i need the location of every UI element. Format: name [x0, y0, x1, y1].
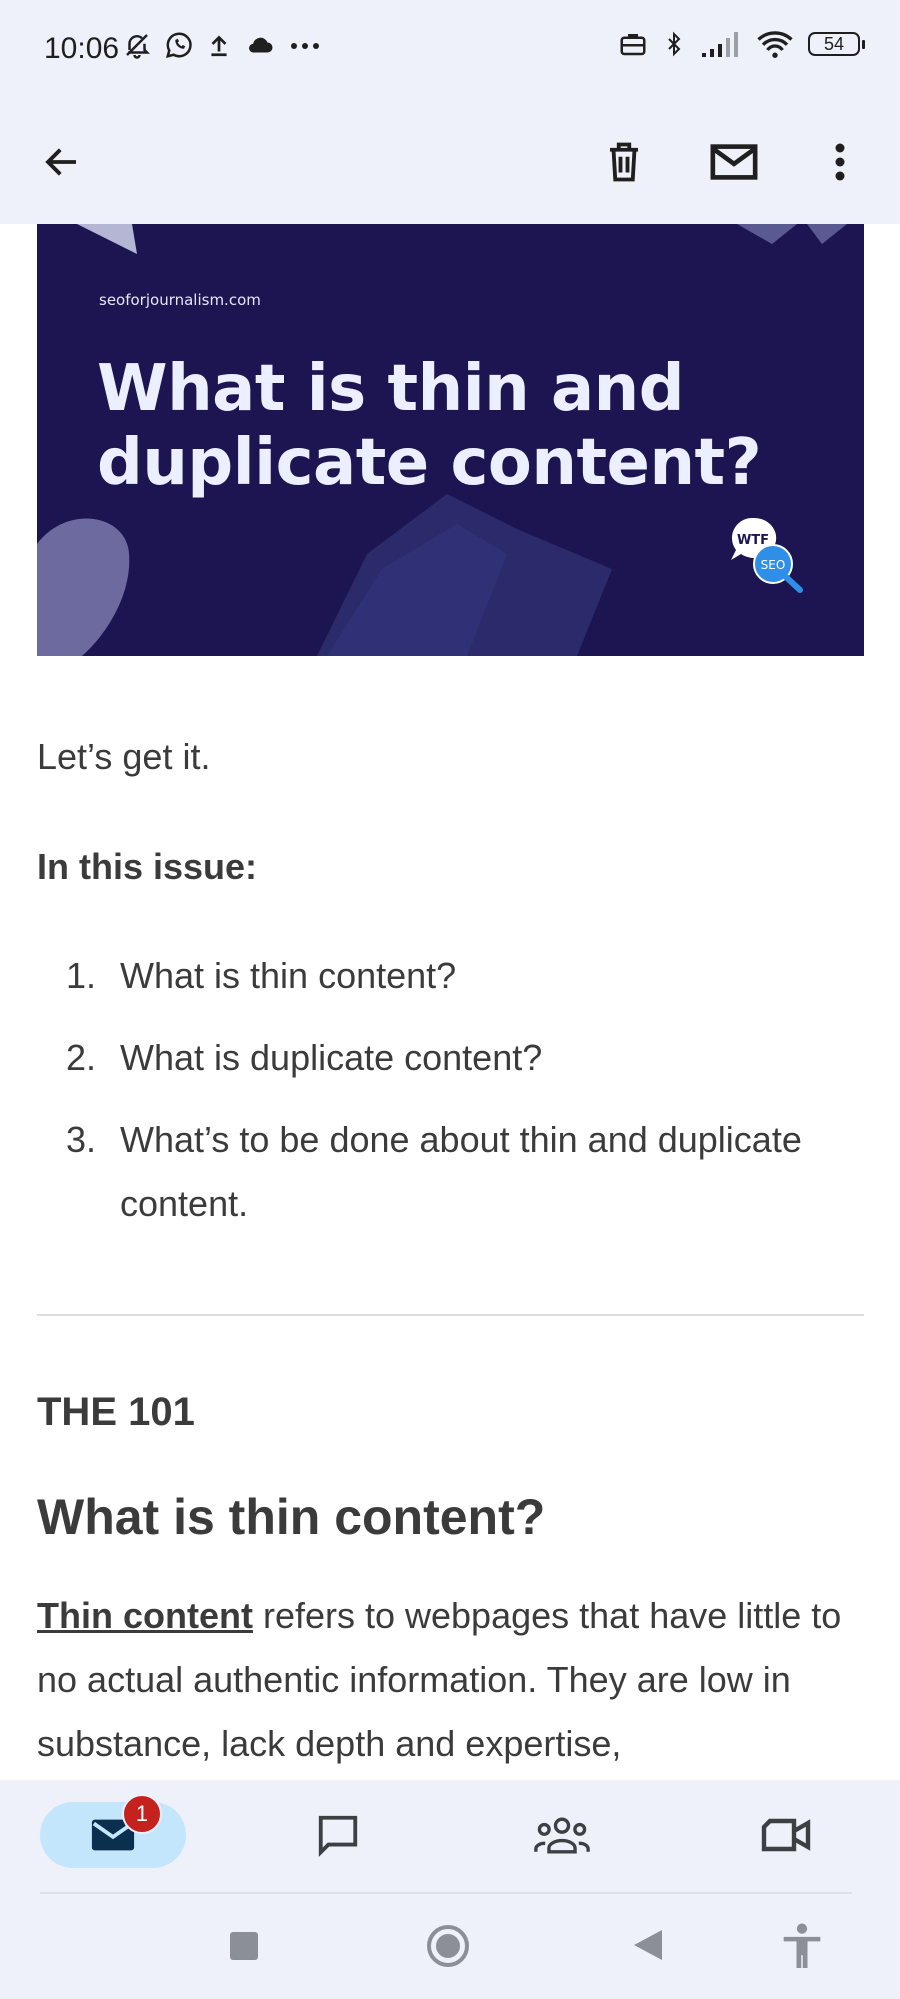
list-item-text: What’s to be done about thin and duplica…	[120, 1119, 802, 1224]
trash-icon	[610, 142, 638, 182]
svg-text:SEO: SEO	[761, 558, 786, 572]
accessibility-icon[interactable]	[780, 1922, 824, 1970]
back-button[interactable]	[22, 122, 102, 202]
signal-icon	[702, 32, 738, 57]
nav-mail-tab[interactable]: 1	[40, 1794, 186, 1868]
list-item-text: What is thin content?	[120, 955, 457, 996]
work-profile-icon	[620, 34, 646, 56]
mark-unread-button[interactable]	[694, 122, 774, 202]
unread-badge: 1	[122, 1794, 162, 1834]
hero-title: What is thin and duplicate content?	[97, 352, 762, 500]
issue-list-item: 1. What is thin content?	[37, 944, 867, 1008]
video-camera-icon	[761, 1818, 811, 1852]
status-notification-icons	[122, 30, 322, 60]
issue-heading: In this issue:	[37, 846, 258, 887]
section-title: What is thin content?	[37, 1489, 546, 1545]
battery-level: 54	[823, 33, 845, 54]
section-eyebrow: THE 101	[37, 1390, 195, 1434]
wtf-seo-logo: WTF SEO	[731, 517, 803, 593]
nav-meet-tab[interactable]	[746, 1802, 826, 1868]
email-toolbar	[0, 100, 900, 224]
bluetooth-icon	[668, 31, 681, 57]
issue-list: 1. What is thin content? 2. What is dupl…	[37, 944, 867, 1254]
issue-list-item: 2. What is duplicate content?	[37, 1026, 867, 1090]
list-number: 3.	[66, 1119, 97, 1160]
email-intro-text: Let’s get it.	[37, 736, 211, 777]
upload-icon	[211, 35, 227, 57]
issue-list-item: 3. What’s to be done about thin and dupl…	[37, 1108, 867, 1236]
nav-chat-tab[interactable]	[298, 1802, 378, 1868]
whatsapp-icon	[166, 32, 192, 58]
list-number: 1.	[66, 955, 97, 996]
mute-bell-icon	[126, 34, 151, 59]
back-triangle-icon[interactable]	[632, 1928, 664, 1962]
section-divider	[37, 1314, 864, 1316]
status-time: 10:06	[44, 32, 120, 65]
cloud-icon	[249, 37, 273, 53]
status-system-icons: 54	[618, 28, 865, 60]
recents-square-icon[interactable]	[228, 1930, 260, 1962]
hero-site-url: seoforjournalism.com	[99, 291, 261, 309]
home-circle-icon[interactable]	[426, 1924, 470, 1968]
section-paragraph: Thin content refers to webpages that hav…	[37, 1584, 867, 1776]
mail-icon	[710, 144, 758, 180]
back-arrow-icon	[45, 148, 76, 176]
hero-banner-image: seoforjournalism.com What is thin and du…	[37, 224, 864, 656]
nav-spaces-tab[interactable]	[522, 1802, 602, 1868]
nav-separator	[40, 1892, 852, 1894]
thin-content-link[interactable]: Thin content	[37, 1595, 253, 1636]
people-group-icon	[534, 1817, 590, 1854]
battery-icon: 54	[808, 32, 865, 56]
delete-button[interactable]	[584, 122, 664, 202]
list-number: 2.	[66, 1037, 97, 1078]
list-item-text: What is duplicate content?	[120, 1037, 543, 1078]
email-body: seoforjournalism.com What is thin and du…	[0, 224, 900, 1780]
more-options-button[interactable]	[800, 122, 880, 202]
chat-icon	[318, 1815, 358, 1857]
wifi-icon	[757, 31, 793, 58]
more-notifications-icon	[291, 43, 319, 49]
svg-text:WTF: WTF	[737, 533, 769, 548]
more-vertical-icon	[835, 143, 845, 181]
status-bar: 10:06 54	[0, 0, 900, 100]
bottom-navigation: 1	[0, 1780, 900, 1892]
system-navigation-bar	[0, 1892, 900, 1999]
